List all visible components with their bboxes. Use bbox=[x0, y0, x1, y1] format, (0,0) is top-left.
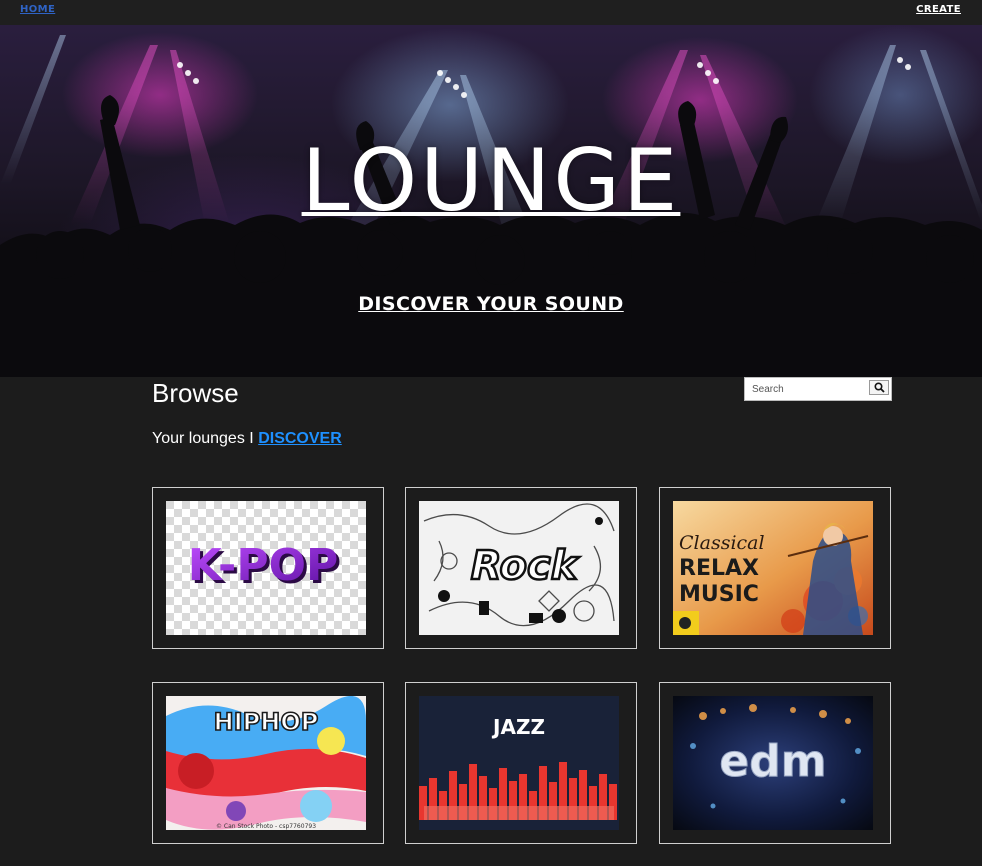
rock-image: Rock bbox=[419, 501, 619, 635]
tab-your-lounges[interactable]: Your lounges bbox=[152, 430, 245, 447]
search-box bbox=[744, 377, 892, 401]
hero-banner: LOUNGE DISCOVER YOUR SOUND bbox=[0, 25, 982, 377]
top-nav: HOME CREATE bbox=[0, 0, 982, 25]
edm-image-text: edm bbox=[719, 736, 826, 787]
search-icon bbox=[874, 382, 885, 393]
kpop-image: K-POP K-POP bbox=[166, 501, 366, 635]
search-button[interactable] bbox=[869, 380, 889, 395]
browse-heading: Browse bbox=[152, 378, 239, 408]
nav-home-link[interactable]: HOME bbox=[20, 4, 55, 15]
tab-discover[interactable]: DISCOVER bbox=[258, 430, 342, 447]
classical-image-text-1: Classical bbox=[679, 532, 765, 554]
hiphop-image: HIPHOP © Can Stock Photo - csp7760793 bbox=[166, 696, 366, 830]
tab-separator: I bbox=[249, 430, 254, 447]
hero-title: LOUNGE bbox=[301, 131, 681, 231]
rock-image-text: Rock bbox=[471, 543, 580, 589]
search-input[interactable] bbox=[745, 378, 867, 400]
lounge-card-edm[interactable]: edm bbox=[659, 682, 891, 844]
jazz-image-text: JAZZ bbox=[491, 715, 545, 739]
hiphop-image-credit: © Can Stock Photo - csp7760793 bbox=[216, 823, 316, 830]
classical-image: Classical RELAX MUSIC bbox=[673, 501, 873, 635]
lounge-card-classical[interactable]: Classical RELAX MUSIC bbox=[659, 487, 891, 649]
lounge-card-rock[interactable]: Rock bbox=[405, 487, 637, 649]
kpop-image-text: K-POP bbox=[188, 540, 338, 591]
classical-image-text-2: RELAX bbox=[679, 556, 759, 581]
hero-discover-link[interactable]: DISCOVER YOUR SOUND bbox=[0, 293, 982, 315]
lounge-tabs: Your lounges I DISCOVER bbox=[152, 430, 342, 448]
nav-create-link[interactable]: CREATE bbox=[916, 4, 961, 15]
edm-image: edm bbox=[673, 696, 873, 830]
jazz-image: JAZZ bbox=[419, 696, 619, 830]
classical-image-text-3: MUSIC bbox=[679, 582, 759, 607]
lounge-card-hiphop[interactable]: HIPHOP © Can Stock Photo - csp7760793 bbox=[152, 682, 384, 844]
lounge-card-kpop[interactable]: K-POP K-POP bbox=[152, 487, 384, 649]
hiphop-image-text: HIPHOP bbox=[214, 708, 319, 736]
lounge-card-jazz[interactable]: JAZZ bbox=[405, 682, 637, 844]
